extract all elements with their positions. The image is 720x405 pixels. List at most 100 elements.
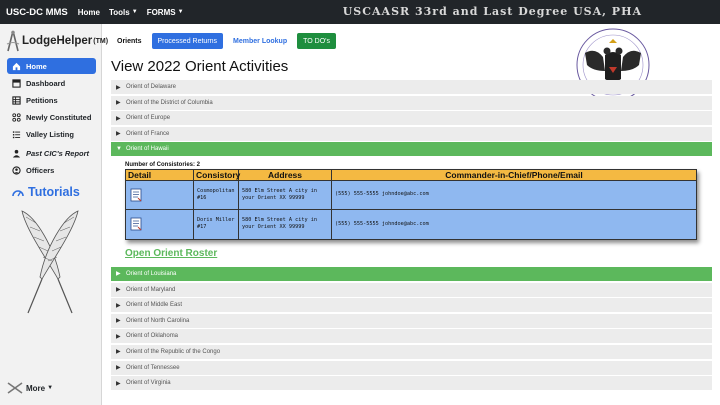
header-detail: Detail [126, 169, 194, 180]
orient-row[interactable]: ▶ Orient of the Republic of the Congo [111, 344, 712, 359]
crossed-quills-icon [21, 210, 79, 314]
commander-contact: (555) 555-5555 johndoe@abc.com [335, 220, 429, 227]
orient-row[interactable]: ▶ Orient of Middle East [111, 298, 712, 313]
orient-row[interactable]: ▶ Orient of the District of Columbia [111, 95, 712, 110]
compass-logo-icon [6, 30, 20, 52]
orient-label: Orient of Hawaii [126, 146, 169, 153]
orient-row[interactable]: ▶ Orient of Louisiana [111, 266, 712, 281]
caret-right-icon: ▶ [116, 115, 121, 122]
caret-down-icon: ▼ [177, 9, 184, 15]
more-label: More [26, 383, 46, 393]
brand-name[interactable]: USC-DC MMS [6, 7, 68, 18]
orient-label: Orient of Virginia [126, 380, 171, 387]
consistory-address: 580 Elm Street A city in your Orient XX … [239, 180, 332, 209]
consistory-count: Number of Consistories: 2 [125, 161, 201, 168]
orient-label: Orient of Tennessee [126, 364, 180, 371]
consistory-name: Doris Miller #17 [194, 209, 239, 239]
processed-returns-button[interactable]: Processed Returns [151, 33, 224, 49]
caret-right-icon: ▶ [116, 84, 121, 91]
sidebar-item-label: Valley Listing [26, 129, 74, 139]
sidebar-item-label: Home [26, 61, 47, 71]
orient-label: Orient of France [126, 130, 170, 137]
orient-label: Orient of Maryland [126, 286, 176, 293]
people-icon [12, 165, 21, 175]
orient-detail-panel: Number of Consistories: 2 Detail Consist… [111, 158, 712, 267]
orient-row[interactable]: ▶ Orient of Virginia [111, 376, 712, 391]
document-detail-icon[interactable] [129, 217, 143, 231]
more-menu[interactable]: More ▼ [7, 382, 53, 394]
caret-down-icon: ▼ [131, 9, 138, 15]
open-orient-roster-link[interactable]: Open Orient Roster [125, 248, 217, 259]
sidebar-item-newly-constituted[interactable]: Newly Constituted [7, 109, 96, 125]
orient-label: Orient of North Carolina [126, 317, 190, 324]
caret-down-icon: ▼ [116, 146, 122, 153]
nav-forms[interactable]: FORMS ▼ [147, 8, 184, 17]
orient-row[interactable]: ▶ Orient of North Carolina [111, 313, 712, 328]
orient-accordion: ▶ Orient of Delaware ▶ Orient of the Distr… [111, 80, 712, 392]
table-header-row: Detail Consistory Address Commander-in-C… [126, 169, 696, 181]
nav-tools[interactable]: Tools ▼ [109, 8, 138, 17]
caret-right-icon: ▶ [116, 271, 121, 278]
page-title: View 2022 Orient Activities [111, 58, 289, 75]
header-consistory: Consistory [196, 169, 241, 180]
table-icon [12, 95, 21, 105]
table-row: Doris Miller #17 580 Elm Street A city i… [126, 209, 696, 239]
todos-button[interactable]: TO DO's [297, 33, 336, 49]
orient-label: Orient of the District of Columbia [126, 99, 213, 106]
sidebar-item-label: Officers [26, 165, 55, 175]
caret-right-icon: ▶ [116, 333, 121, 340]
sidebar-item-home[interactable]: Home [7, 58, 96, 74]
detail-cell [126, 180, 194, 209]
detail-cell [126, 209, 194, 239]
orient-row[interactable]: ▶ Orient of France [111, 126, 712, 141]
orient-row[interactable]: ▶ Orient of Tennessee [111, 360, 712, 375]
sidebar: LodgeHelper (TM) Home Dashboard Petition… [0, 24, 108, 405]
table-row: Cosmopolitan #16 580 Elm Street A city i… [126, 180, 696, 210]
nav-home[interactable]: Home [78, 8, 100, 17]
person-icon [12, 149, 21, 158]
sidebar-item-officers[interactable]: Officers [7, 162, 96, 178]
logo-trademark: (TM) [93, 37, 109, 45]
orient-label: Orient of Delaware [126, 84, 177, 90]
orient-label: Orient of Europe [126, 115, 171, 122]
nav-forms-label: FORMS [146, 7, 176, 17]
sidebar-item-petitions[interactable]: Petitions [7, 92, 96, 108]
orient-row[interactable]: ▶ Orient of Maryland [111, 282, 712, 297]
sidebar-item-valley-listing[interactable]: Valley Listing [7, 126, 96, 142]
member-lookup-link[interactable]: Member Lookup [227, 33, 293, 49]
tab-orients[interactable]: Orients [111, 33, 148, 49]
orient-row[interactable]: ▶ Orient of Europe [111, 111, 712, 126]
lodgehelper-logo[interactable]: LodgeHelper (TM) [6, 30, 108, 52]
caret-right-icon: ▶ [116, 318, 121, 325]
document-detail-icon[interactable] [129, 188, 143, 202]
caret-right-icon: ▶ [116, 100, 121, 107]
tutorials-label: Tutorials [28, 185, 80, 199]
orient-label: Orient of Louisiana [126, 270, 177, 277]
orient-row[interactable]: ▶ Orient of Delaware [111, 80, 712, 94]
speedometer-icon [12, 190, 24, 197]
caret-right-icon: ▶ [116, 349, 121, 356]
orient-tabs: Orients Processed Returns Member Lookup … [111, 33, 340, 49]
sidebar-item-past-cic-report[interactable]: Past CIC's Report [7, 145, 96, 161]
header-address: Address [239, 169, 332, 180]
tutorials-link[interactable]: Tutorials [12, 185, 80, 199]
home-icon [12, 62, 21, 71]
sidebar-item-label: Past CIC's Report [26, 148, 90, 158]
consistory-table: Detail Consistory Address Commander-in-C… [125, 168, 697, 240]
dashboard-icon [12, 78, 21, 88]
header-commander: Commander-in-Chief/Phone/Email [445, 169, 583, 180]
orient-label: Orient of Middle East [126, 302, 183, 309]
crossed-quills-small-icon [7, 382, 23, 394]
caret-right-icon: ▶ [116, 131, 121, 138]
sidebar-item-label: Newly Constituted [26, 112, 92, 122]
consistory-address: 580 Elm Street A city in your Orient XX … [239, 209, 332, 239]
consistory-name: Cosmopolitan #16 [194, 180, 239, 209]
orient-row-expanded[interactable]: ▼ Orient of Hawaii [111, 142, 712, 157]
sidebar-item-dashboard[interactable]: Dashboard [7, 75, 96, 91]
organization-banner: USCAASR 33rd and Last Degree USA, PHA [342, 5, 642, 18]
network-icon [12, 112, 21, 122]
caret-right-icon: ▶ [116, 302, 121, 309]
orient-label: Orient of the Republic of the Congo [126, 348, 221, 355]
orient-label: Orient of Oklahoma [126, 333, 179, 340]
orient-row[interactable]: ▶ Orient of Oklahoma [111, 329, 712, 344]
